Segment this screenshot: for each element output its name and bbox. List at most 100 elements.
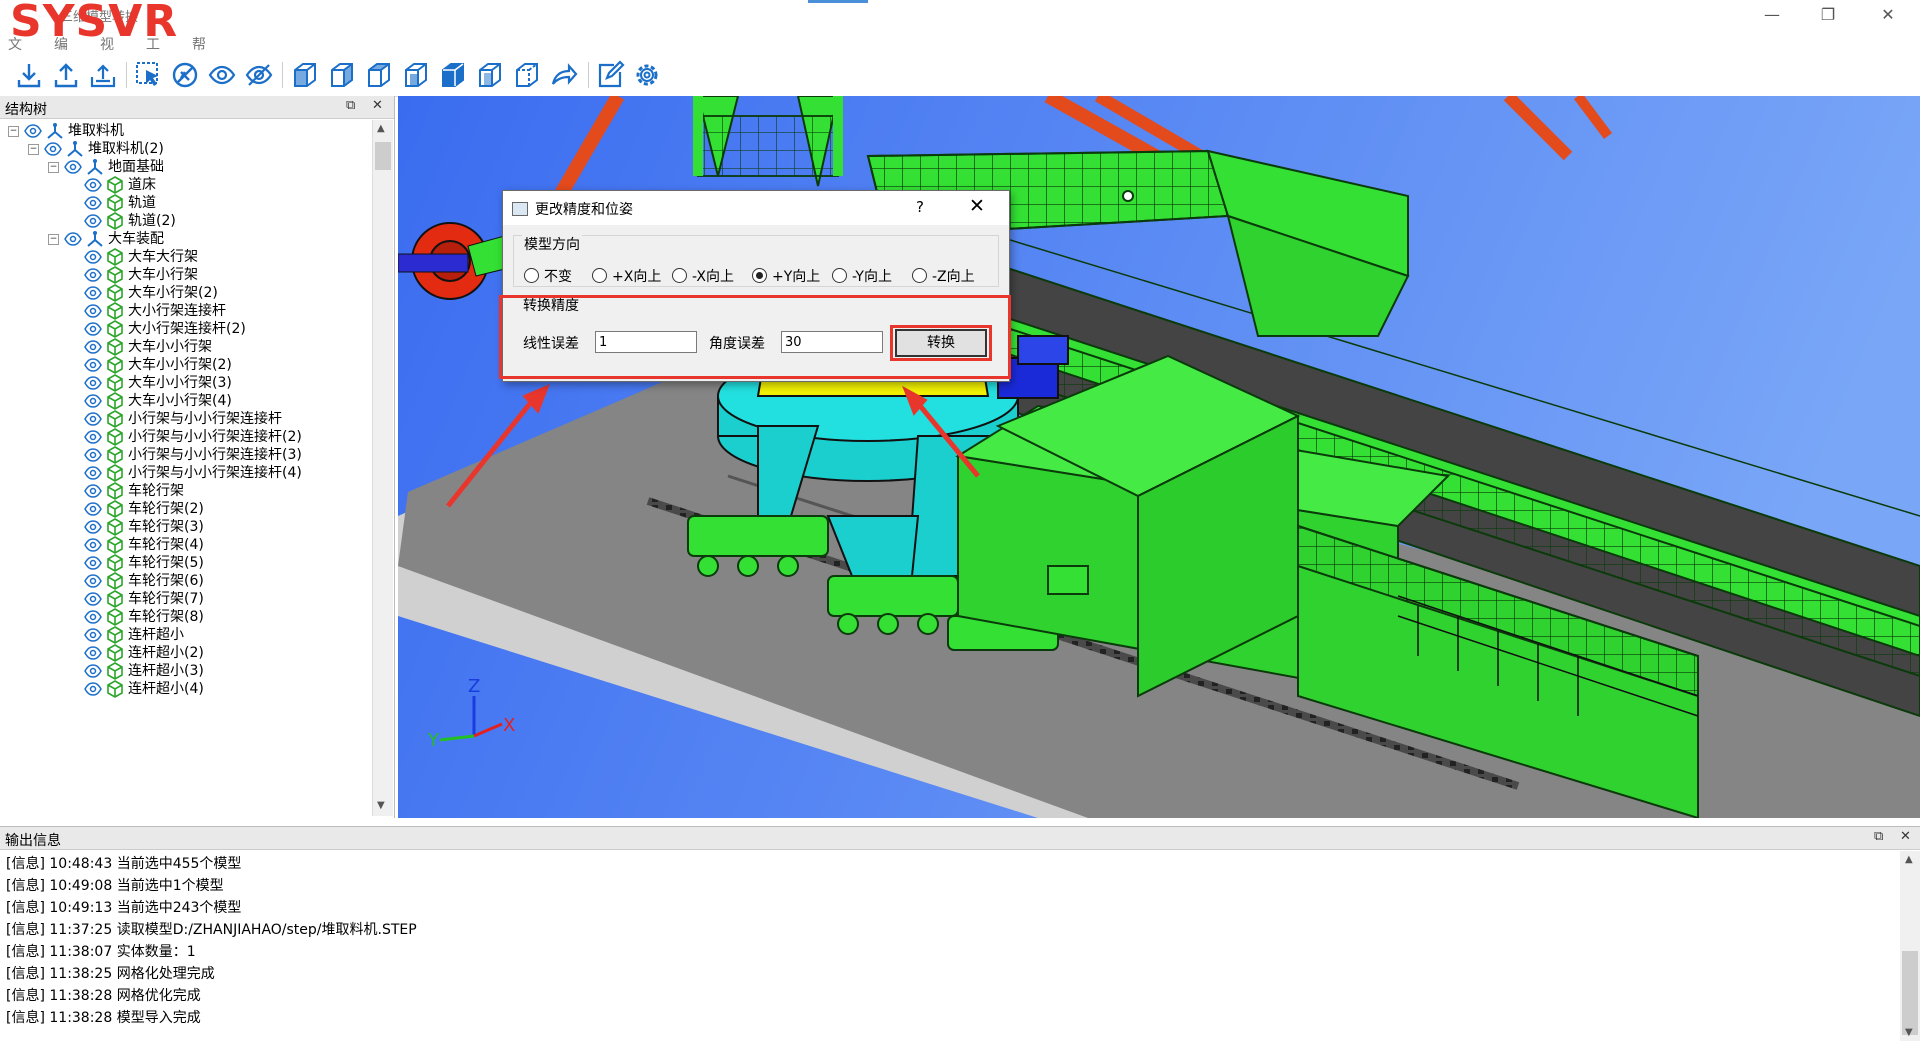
visibility-eye-icon[interactable] [84,321,102,337]
output-panel: 输出信息 ⧉ ✕ [信息] 10:48:43 当前选中455个模型 [信息] 10… [0,826,1920,1044]
output-line: [信息] 11:37:25 读取模型D:/ZHANJIAHAO/step/堆取料… [6,922,417,938]
dialog-close-button[interactable]: ✕ [969,195,985,217]
close-output-icon[interactable]: ✕ [1900,829,1911,844]
visibility-eye-icon[interactable] [84,573,102,589]
visibility-eye-icon[interactable] [84,285,102,301]
tree-item[interactable]: 连杆超小(4) [0,678,370,700]
visibility-eye-icon[interactable] [84,501,102,517]
angle-error-input[interactable]: 30 [781,331,883,353]
radio-circle[interactable] [524,268,539,283]
tree-collapse-toggle[interactable]: − [48,234,59,245]
visibility-eye-icon[interactable] [84,483,102,499]
view-right-icon[interactable] [401,60,431,90]
visibility-eye-icon[interactable] [44,141,62,157]
edit-icon[interactable] [595,60,625,90]
output-scroll-thumb[interactable] [1902,951,1918,1035]
linear-error-input[interactable]: 1 [595,331,697,353]
tree-scrollbar[interactable]: ▲ ▼ [372,120,393,816]
axis-y-label: Y [427,730,440,751]
scroll-down-arrow[interactable]: ▼ [377,800,385,811]
restore-button[interactable]: ❐ [1808,2,1848,28]
output-scrollbar[interactable]: ▲ ▼ [1900,851,1920,1041]
view-top-icon[interactable] [438,60,468,90]
minimize-button[interactable]: — [1752,2,1792,28]
float-output-icon[interactable]: ⧉ [1874,829,1883,844]
visibility-eye-icon[interactable] [84,339,102,355]
tree-panel-title: 结构树 [5,102,47,118]
visibility-eye-icon[interactable] [84,591,102,607]
visibility-eye-icon[interactable] [84,555,102,571]
show-all-icon[interactable] [244,60,274,90]
view-left-icon[interactable] [364,60,394,90]
precision-group-title: 转换精度 [521,295,581,315]
visibility-eye-icon[interactable] [84,357,102,373]
radio-label: -Z向上 [932,269,975,285]
visibility-eye-icon[interactable] [84,195,102,211]
visibility-eye-icon[interactable] [84,447,102,463]
visibility-eye-icon[interactable] [84,609,102,625]
radio-label: +X向上 [612,269,662,285]
tree-collapse-toggle[interactable]: − [8,126,19,137]
close-window-button[interactable]: ✕ [1868,2,1908,28]
visibility-eye-icon[interactable] [84,249,102,265]
tree-collapse-toggle[interactable]: − [28,144,39,155]
toolbar-separator [588,62,589,88]
output-line: [信息] 11:38:28 网格优化完成 [6,988,201,1004]
close-panel-icon[interactable]: ✕ [372,98,383,113]
radio-circle[interactable] [752,268,767,283]
radio-circle[interactable] [592,268,607,283]
visibility-eye-icon[interactable] [84,519,102,535]
axis-x-label: X [503,715,515,736]
visibility-eye-icon[interactable] [84,627,102,643]
radio-label: 不变 [544,269,572,285]
radio-circle[interactable] [672,268,687,283]
select-icon[interactable] [134,60,164,90]
visibility-eye-icon[interactable] [64,231,82,247]
visibility-eye-icon[interactable] [84,681,102,697]
view-iso-icon[interactable] [512,60,542,90]
export-icon[interactable] [51,60,81,90]
visibility-eye-icon[interactable] [84,375,102,391]
import-icon[interactable] [14,60,44,90]
visibility-eye-icon[interactable] [84,411,102,427]
visibility-eye-icon[interactable] [64,159,82,175]
convert-button[interactable]: 转换 [895,329,987,357]
hide-icon[interactable] [170,60,200,90]
view-front-icon[interactable] [290,60,320,90]
visibility-eye-icon[interactable] [84,267,102,283]
output-scroll-down[interactable]: ▼ [1905,1027,1913,1038]
tree-item-label: 连杆超小(4) [128,681,204,697]
share-icon[interactable] [549,60,579,90]
visibility-eye-icon[interactable] [84,429,102,445]
visibility-eye-icon[interactable] [84,393,102,409]
output-panel-title: 输出信息 [5,833,61,849]
visibility-eye-icon[interactable] [24,123,42,139]
radio-circle[interactable] [912,268,927,283]
radio-circle[interactable] [832,268,847,283]
settings-icon[interactable] [632,60,662,90]
scroll-up-arrow[interactable]: ▲ [377,123,385,134]
help-button[interactable]: ? [916,198,924,216]
title-bar: 三维模型转换 SYSVR — ❐ ✕ [0,0,1920,47]
show-icon[interactable] [207,60,237,90]
orientation-group-title: 模型方向 [522,234,582,254]
visibility-eye-icon[interactable] [84,663,102,679]
view-bottom-icon[interactable] [475,60,505,90]
tree-collapse-toggle[interactable]: − [48,162,59,173]
visibility-eye-icon[interactable] [84,177,102,193]
visibility-eye-icon[interactable] [84,303,102,319]
visibility-eye-icon[interactable] [84,537,102,553]
float-panel-icon[interactable]: ⧉ [346,98,355,113]
output-line: [信息] 10:48:43 当前选中455个模型 [6,856,242,872]
upload-icon[interactable] [88,60,118,90]
output-log: [信息] 10:48:43 当前选中455个模型 [信息] 10:49:08 当前… [6,853,1886,1029]
tree-list[interactable]: − 堆取料机 − 堆取料机(2) − 地面基础 道床 轨道 轨道(2) − 大车装配 大车大行架 大车小… [0,120,372,816]
tree-scroll-thumb[interactable] [375,142,391,170]
output-scroll-up[interactable]: ▲ [1905,854,1913,865]
dialog-title-bar: 更改精度和位姿 ? ✕ [503,191,1009,225]
visibility-eye-icon[interactable] [84,465,102,481]
visibility-eye-icon[interactable] [84,645,102,661]
radio-label: +Y向上 [772,269,821,285]
visibility-eye-icon[interactable] [84,213,102,229]
view-back-icon[interactable] [327,60,357,90]
